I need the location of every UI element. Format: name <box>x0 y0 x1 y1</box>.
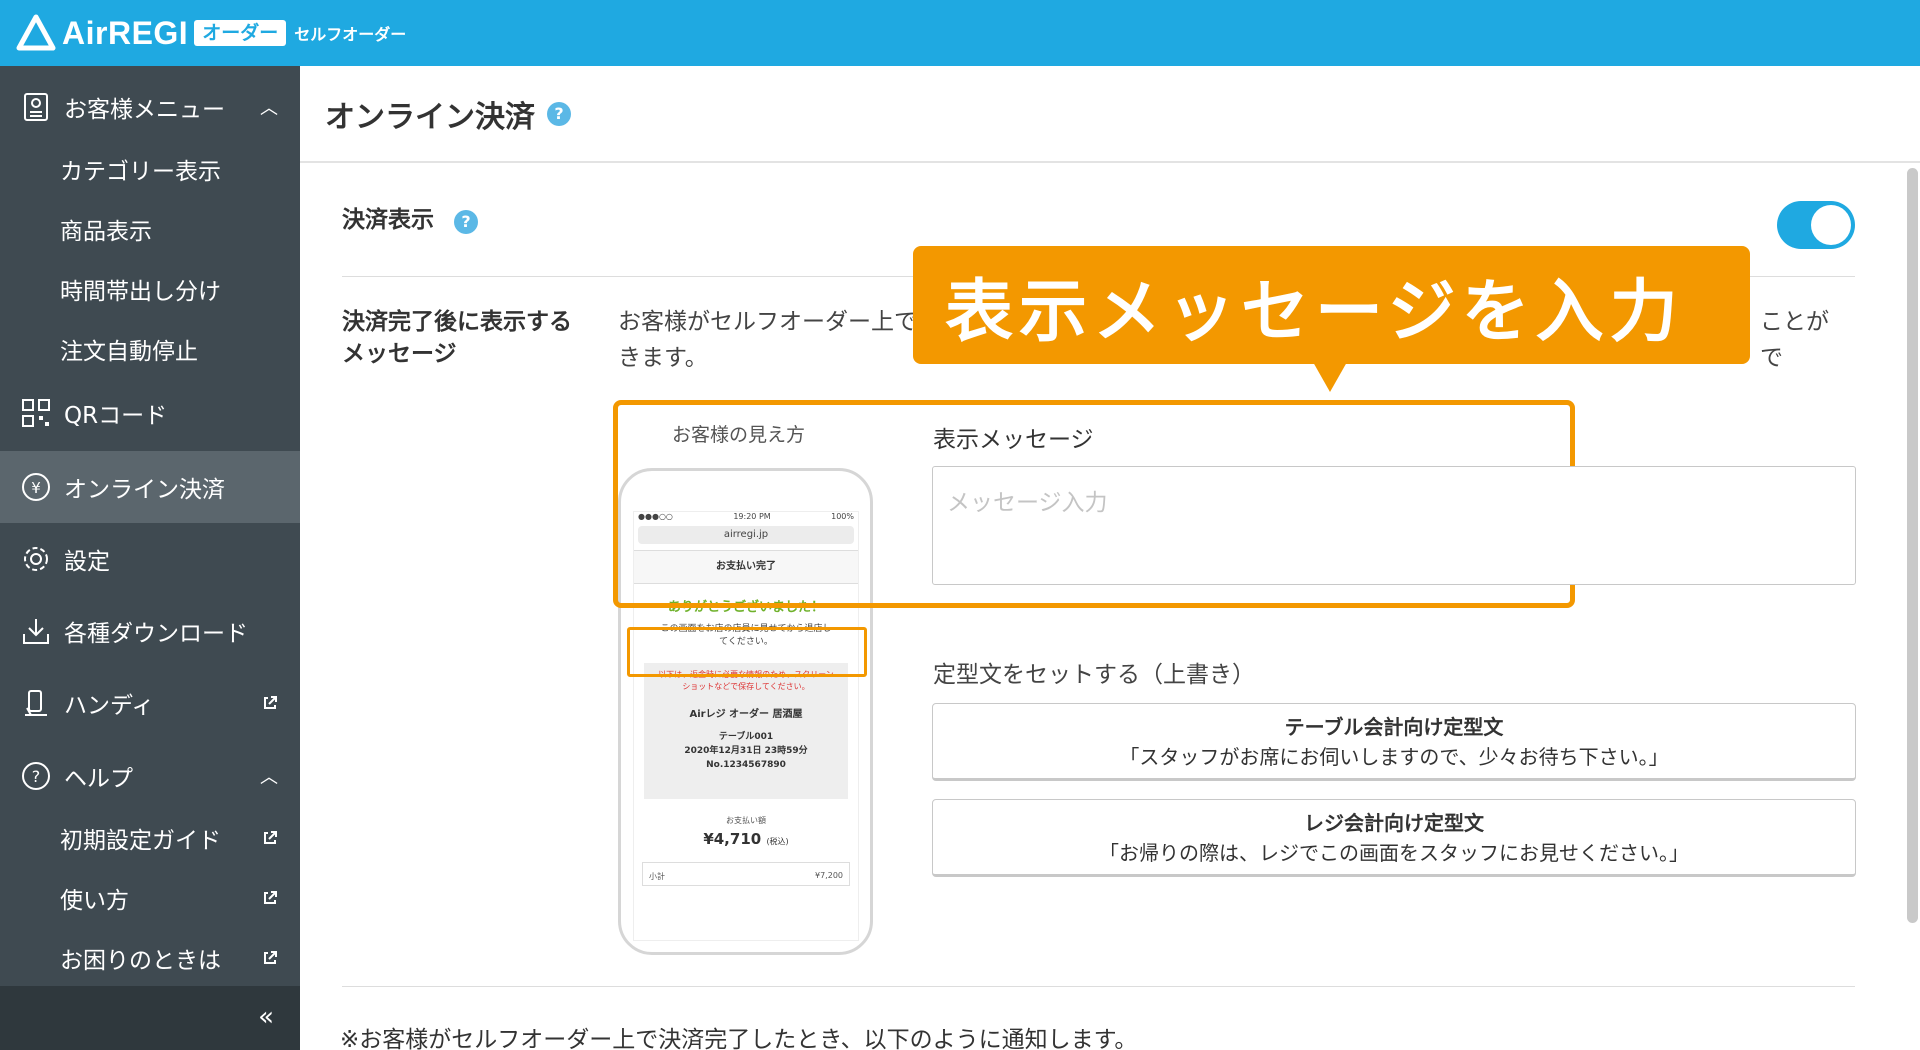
sidebar-item-label: 初期設定ガイド <box>60 828 221 854</box>
sidebar-item-auto-stop[interactable]: 注文自動停止 <box>0 324 300 374</box>
template-table-button[interactable]: テーブル会計向け定型文 「スタッフがお席にお伺いしますので、少々お待ち下さい。」 <box>932 703 1856 781</box>
gear-icon <box>20 543 52 575</box>
sidebar-item-customer-menu[interactable]: お客様メニュー ︿ <box>0 78 300 136</box>
sidebar-item-handy[interactable]: ハンディ <box>0 673 300 733</box>
yen-icon: ¥ <box>20 471 52 503</box>
brand-badge: オーダー <box>194 20 287 46</box>
divider <box>342 986 1855 987</box>
phone-message-highlight <box>627 627 867 677</box>
template-text: 「お帰りの際は、レジでこの画面をスタッフにお見せください。」 <box>1099 841 1689 865</box>
sidebar-item-products[interactable]: 商品表示 <box>0 204 300 254</box>
template-register-button[interactable]: レジ会計向け定型文 「お帰りの際は、レジでこの画面をスタッフにお見せください。」 <box>932 799 1856 877</box>
phone-subtotal: 小計 ¥7,200 <box>642 862 850 886</box>
help-icon[interactable]: ? <box>547 101 571 126</box>
phone-order-number: No.1234567890 <box>706 760 786 770</box>
brand-subtitle: セルフオーダー <box>294 25 407 44</box>
help-icon[interactable]: ? <box>454 210 479 234</box>
sidebar-item-setup-guide[interactable]: 初期設定ガイド <box>0 813 300 863</box>
template-text: 「スタッフがお席にお伺いしますので、少々お待ち下さい。」 <box>1119 745 1669 769</box>
sidebar-item-label: お困りのときは <box>60 948 221 974</box>
message-label: 表示メッセージ <box>933 427 1094 453</box>
phone-shop-name: Airレジ オーダー 居酒屋 <box>689 709 803 720</box>
phone-pay-label: お支払い額 <box>726 816 766 825</box>
phone-subtotal-label: 小計 <box>649 872 665 881</box>
sidebar-item-label: ヘルプ <box>64 766 133 792</box>
top-bar: AirREGI オーダー セルフオーダー <box>0 0 1920 66</box>
phone-table: テーブル001 <box>718 732 774 742</box>
sidebar-item-how-to[interactable]: 使い方 <box>0 873 300 923</box>
sidebar-item-label: お客様メニュー <box>64 97 225 123</box>
sidebar-item-category[interactable]: カテゴリー表示 <box>0 144 300 194</box>
download-icon <box>20 615 52 647</box>
sidebar-item-time-slots[interactable]: 時間帯出し分け <box>0 264 300 314</box>
svg-text:?: ? <box>32 767 41 786</box>
logo[interactable]: AirREGI オーダー セルフオーダー <box>16 14 406 52</box>
sidebar-item-label: 時間帯出し分け <box>60 279 221 305</box>
footnote: ※お客様がセルフオーダー上で決済完了したとき、以下のように通知します。 <box>340 1027 1138 1050</box>
sidebar-item-label: 注文自動停止 <box>60 339 198 365</box>
external-link-icon <box>264 696 277 709</box>
external-link-icon <box>264 891 277 904</box>
template-title: テーブル会計向け定型文 <box>1284 715 1504 739</box>
page-header: オンライン決済 ? <box>300 66 1920 163</box>
phone-receipt-card: 以下は、返金時に必要な情報のため、スクリーン ショットなどで保存してください。 … <box>644 663 848 799</box>
menu-book-icon <box>20 91 52 123</box>
callout-pointer <box>1313 362 1347 392</box>
description-text-end: ことがで <box>1760 309 1829 371</box>
brand-name: AirREGI <box>62 14 189 51</box>
sidebar-item-label: 商品表示 <box>60 219 152 245</box>
chevron-up-icon: ︿ <box>260 98 278 119</box>
payment-display-text: 決済表示 <box>342 207 434 233</box>
sidebar-item-label: QRコード <box>64 403 168 429</box>
payment-display-label: 決済表示 ? <box>342 204 479 236</box>
instruction-callout: 表示メッセージを入力 <box>913 246 1750 364</box>
sidebar-item-online-payment[interactable]: ¥ オンライン決済 <box>0 451 300 523</box>
description-text: お客様がセルフオーダー上で <box>618 309 917 335</box>
phone-amount-value: ¥4,710 <box>703 830 762 848</box>
handy-icon <box>20 687 52 719</box>
phone-amount: ¥4,710 (税込) <box>634 830 858 848</box>
help-icon: ? <box>20 760 52 792</box>
sidebar-item-label: 各種ダウンロード <box>64 621 248 647</box>
sidebar-footer: « <box>0 986 300 1050</box>
toggle-knob <box>1811 205 1851 245</box>
svg-text:¥: ¥ <box>31 479 41 497</box>
sidebar-item-settings[interactable]: 設定 <box>0 529 300 589</box>
sidebar-item-label: オンライン決済 <box>64 477 225 503</box>
sidebar-item-qr-code[interactable]: QRコード <box>0 383 300 443</box>
sidebar-item-label: 使い方 <box>60 888 129 914</box>
sidebar-item-downloads[interactable]: 各種ダウンロード <box>0 601 300 661</box>
scrollbar[interactable] <box>1907 168 1918 923</box>
phone-subtotal-value: ¥7,200 <box>815 871 843 880</box>
message-section-label: 決済完了後に表示するメッセージ <box>342 309 572 367</box>
sidebar-item-label: ハンディ <box>64 693 155 719</box>
message-input[interactable] <box>932 466 1856 585</box>
collapse-sidebar-button[interactable]: « <box>258 1002 274 1032</box>
sidebar-item-troubleshooting[interactable]: お困りのときは <box>0 933 300 983</box>
sidebar-item-label: 設定 <box>64 549 110 575</box>
template-title: レジ会計向け定型文 <box>1304 811 1484 835</box>
payment-display-toggle[interactable] <box>1777 201 1855 249</box>
chevron-up-icon: ︿ <box>260 767 278 788</box>
template-label: 定型文をセットする（上書き） <box>933 662 1255 688</box>
sidebar-item-help[interactable]: ? ヘルプ ︿ <box>0 746 300 806</box>
page-title: オンライン決済 <box>325 99 535 135</box>
external-link-icon <box>264 951 277 964</box>
sidebar-item-label: カテゴリー表示 <box>60 159 221 185</box>
airregi-logo-icon <box>16 14 56 51</box>
qr-code-icon <box>20 397 52 429</box>
external-link-icon <box>264 831 277 844</box>
phone-tax-label: (税込) <box>766 837 789 846</box>
phone-datetime: 2020年12月31日 23時59分 <box>684 746 808 756</box>
phone-warning-line: ショットなどで保存してください。 <box>682 682 810 691</box>
sidebar: お客様メニュー ︿ カテゴリー表示 商品表示 時間帯出し分け 注文自動停止 QR… <box>0 66 300 1050</box>
